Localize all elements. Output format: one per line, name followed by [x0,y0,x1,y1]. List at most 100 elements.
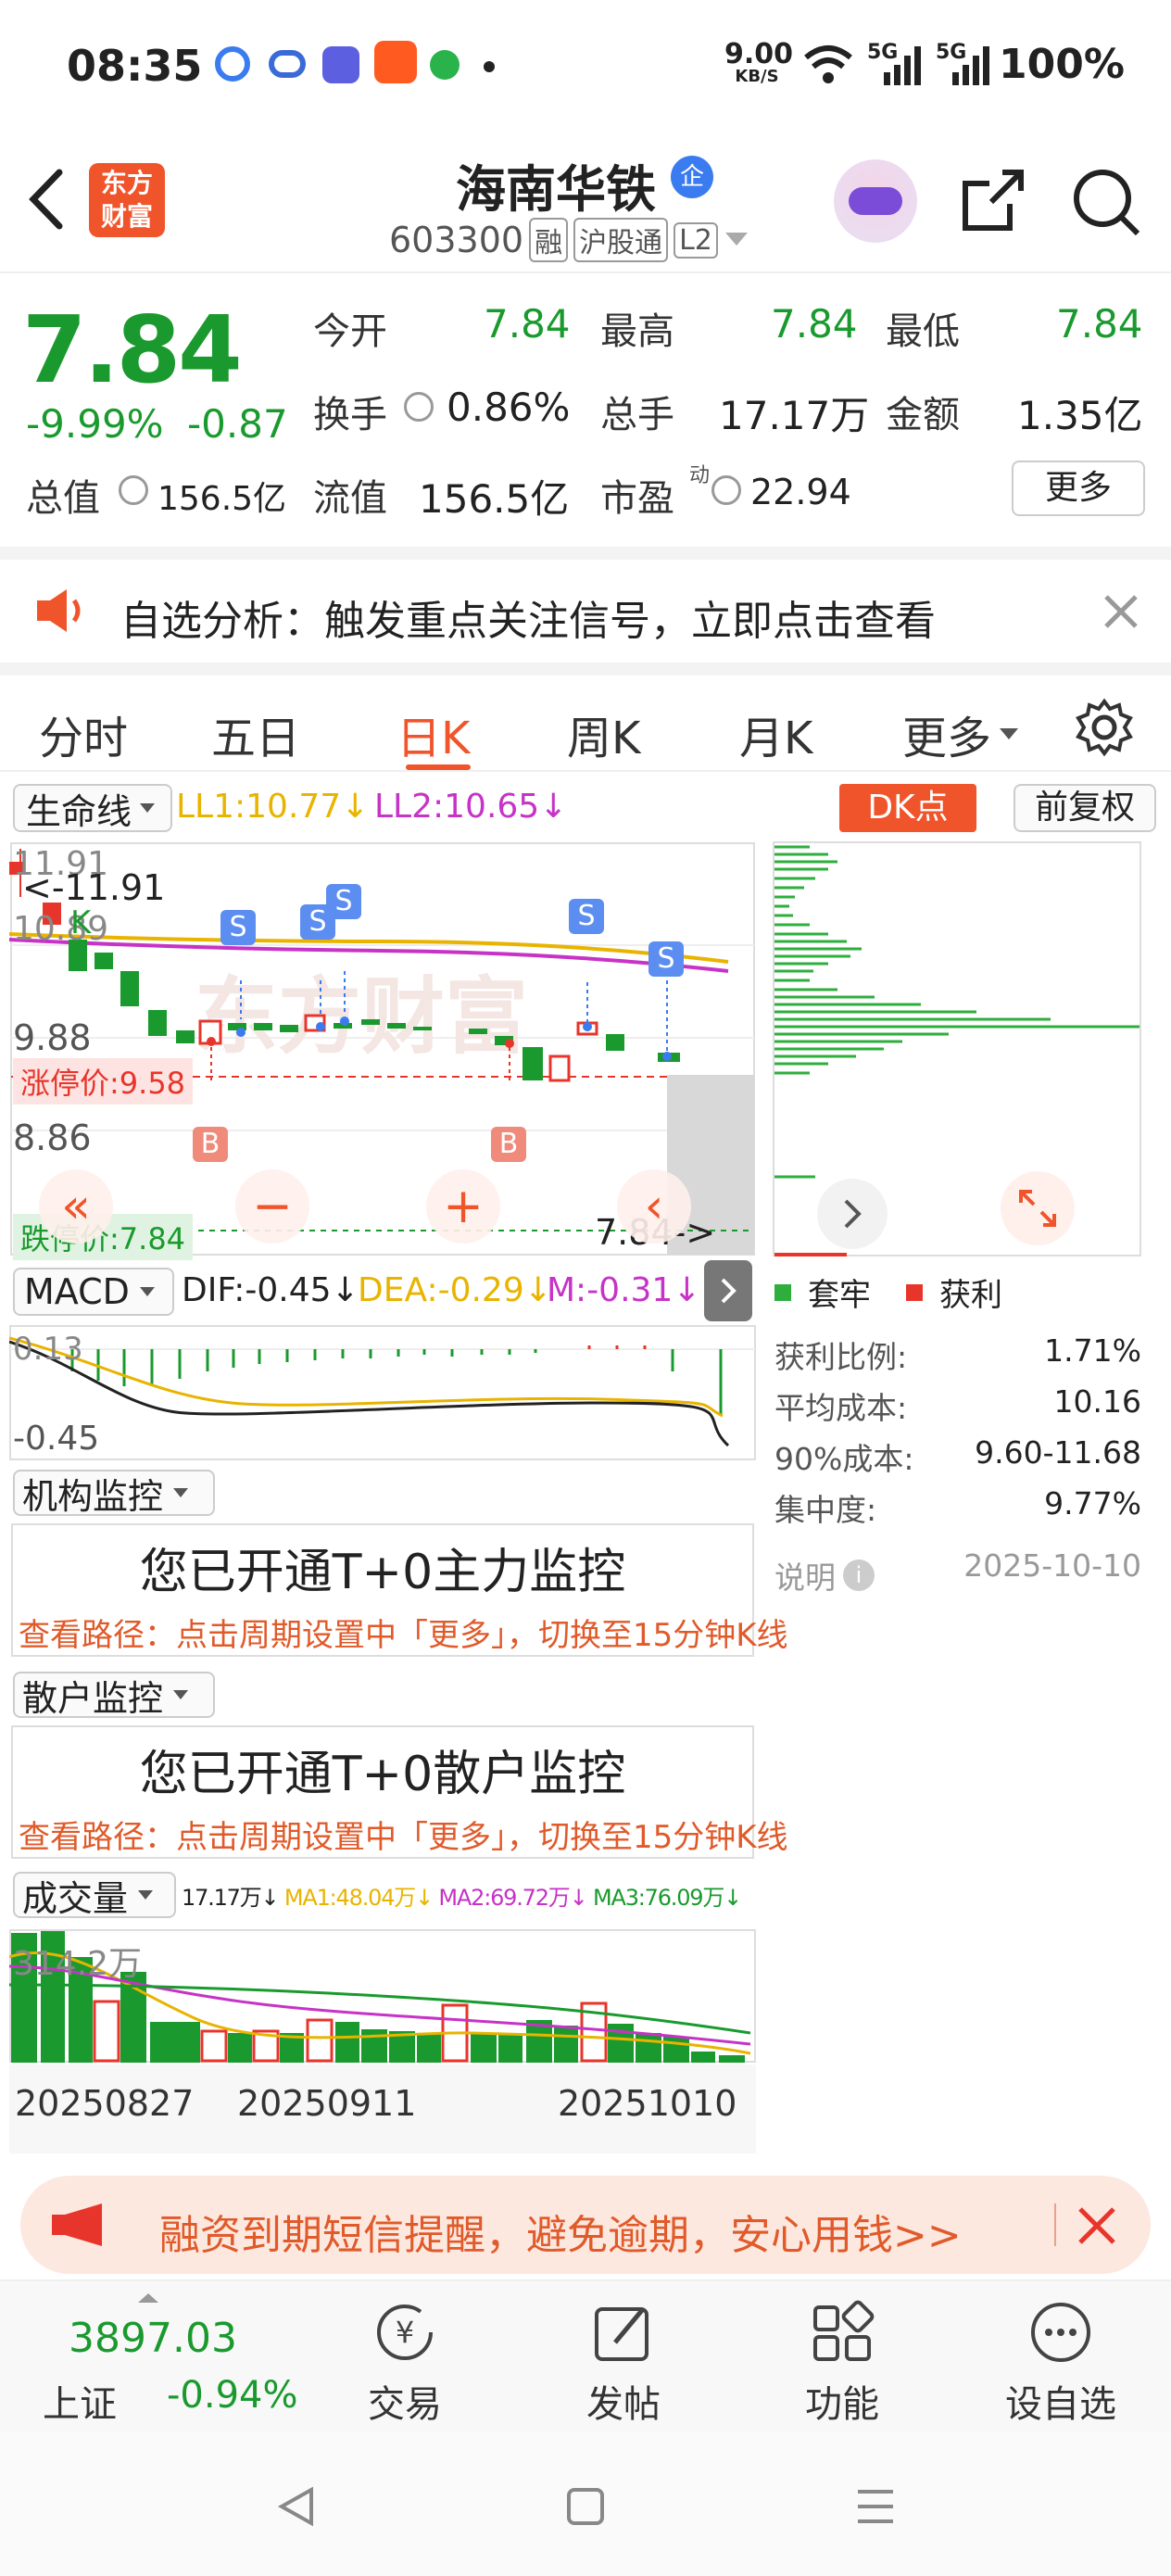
nav-post[interactable]: 发帖 [563,2300,684,2428]
system-menu-icon[interactable] [854,2488,897,2525]
search-icon[interactable] [1071,167,1141,237]
tab-monthly-k[interactable]: 月K [739,701,812,766]
date-tick: 20250911 [237,2083,417,2124]
browser-icon [215,46,250,82]
chip-row: 平均成本: 10.16 [774,1383,1141,1434]
fast-back-button[interactable]: « [39,1169,113,1244]
tab-more[interactable]: 更多 [902,701,1019,766]
open-value: 7.84 [484,301,571,347]
adjust-button[interactable]: 前复权 [1014,784,1156,832]
speaker-icon [37,589,81,632]
chip-legend: 套牢 获利 [774,1269,1002,1315]
ll2-arrow: ↓ [539,788,568,826]
tab-five-day[interactable]: 五日 [211,701,300,766]
vol-ma1: MA1:48.04万 [283,1885,416,1911]
sell-signal[interactable]: S [326,884,361,919]
low-value: 7.84 [1056,301,1143,347]
ll1-arrow: ↓ [341,788,370,826]
financing-reminder-banner[interactable]: 融资到期短信提醒，避免逾期，安心用钱>> [20,2176,1151,2274]
price-tick-2: 10.89 [13,910,109,948]
index-value[interactable]: 3897.03 [69,2315,237,2362]
profit-swatch [906,1283,923,1301]
more-dots-icon [1031,2303,1090,2362]
stock-name: 海南华铁 [456,160,656,219]
tab-intraday[interactable]: 分时 [39,701,128,766]
system-home-icon[interactable] [565,2486,606,2527]
macd-chart[interactable] [9,1325,756,1460]
float-label: 流值 [313,477,387,520]
monitor2-name: 散户监控 [22,1677,164,1719]
volume-select[interactable]: 成交量 [13,1872,176,1919]
macd-top-tick: 0.13 [13,1331,83,1368]
sell-signal[interactable]: S [220,910,256,945]
monitor1-title: 您已开通T+0主力监控 [139,1545,626,1600]
arrow: ↓ [569,1885,588,1911]
close-icon[interactable] [1102,593,1140,630]
share-icon[interactable] [960,167,1026,234]
system-back-icon[interactable] [276,2486,317,2527]
k-letter: K [70,904,92,941]
nav-trade[interactable]: ¥ 交易 [345,2300,465,2428]
chip-row: 90%成本: 9.60-11.68 [774,1434,1141,1485]
index-name: 上证 [43,2383,117,2426]
caret-down-icon [1000,728,1019,739]
zoom-out-button[interactable]: − [235,1169,309,1244]
date-axis: 20250827 20250911 20251010 [9,2065,756,2153]
nav-function[interactable]: 功能 [782,2300,902,2428]
dk-point-button[interactable]: DK点 [839,784,976,832]
buy-signal[interactable]: B [491,1127,526,1162]
change-value: -0.87 [187,401,288,447]
chip-nav-right-button[interactable] [817,1179,888,1249]
institution-monitor-select[interactable]: 机构监控 [13,1470,215,1517]
open-label: 今开 [313,310,387,353]
signal-notice[interactable]: 自选分析：触发重点关注信号，立即点击查看 [0,547,1171,663]
amount-label: 金额 [886,394,960,436]
chip-key: 获利比例: [774,1339,908,1375]
indicator-next-button[interactable] [704,1260,752,1321]
chip-val: 10.16 [1053,1383,1141,1420]
macd-select[interactable]: MACD [13,1268,174,1316]
pe-label: 市盈 [600,477,674,520]
signal-1-icon [884,46,921,85]
nav-add-watchlist[interactable]: 设自选 [1001,2300,1121,2428]
chip-key: 集中度: [774,1492,877,1528]
sell-signal[interactable]: S [648,941,684,977]
step-back-button[interactable]: ‹ [617,1169,691,1244]
eastmoney-logo[interactable]: 东方 财富 [89,163,165,237]
tab-weekly-k[interactable]: 周K [567,701,640,766]
chip-stats: 获利比例: 1.71% 平均成本: 10.16 90%成本: 9.60-11.68 集… [774,1332,1141,1603]
chip-val: 9.77% [1044,1485,1141,1522]
enterprise-badge: 企 [671,156,713,198]
index-change: -0.94% [167,2374,298,2417]
back-arrow-icon[interactable] [26,167,67,232]
macd-dif-text: DIF:-0.45 [182,1271,332,1309]
close-icon[interactable] [1077,2205,1117,2246]
arrow: ↓ [415,1885,434,1911]
institution-monitor-panel: 您已开通T+0主力监控 查看路径：点击周期设置中「更多」，切换至15分钟K线 [11,1523,788,1657]
expand-icon [1019,1190,1056,1227]
indicator-select[interactable]: 生命线 [13,784,172,832]
buy-signal[interactable]: B [193,1127,228,1162]
wifi-icon [804,45,852,83]
stock-code-row[interactable]: 603300 融 沪股通 L2 [389,217,749,263]
cloud-icon [269,50,306,78]
sell-signal[interactable]: S [569,899,604,934]
macd-bottom-tick: -0.45 [13,1420,100,1458]
edit-icon [595,2307,648,2361]
macd-dea: DEA:-0.29↓ [358,1271,552,1309]
retail-monitor-select[interactable]: 散户监控 [13,1672,215,1719]
info-icon [404,392,434,422]
assistant-avatar[interactable] [834,159,917,243]
volume-legend: 17.17万↓ MA1:48.04万↓ MA2:69.72万↓ MA3:76.0… [182,1879,742,1912]
gear-icon[interactable] [1075,698,1134,757]
expand-button[interactable] [1001,1171,1075,1245]
chip-note[interactable]: 说明 i [774,1547,875,1603]
zoom-in-button[interactable]: + [426,1169,500,1244]
more-button[interactable]: 更多 [1012,461,1145,516]
chip-note-label: 说明 [774,1559,836,1596]
monitor2-title: 您已开通T+0散户监控 [139,1747,626,1802]
macd-dea-text: DEA:-0.29 [358,1271,524,1309]
high-value: 7.84 [771,301,858,347]
trapped-swatch [774,1283,791,1301]
tab-daily-k[interactable]: 日K [397,701,470,766]
